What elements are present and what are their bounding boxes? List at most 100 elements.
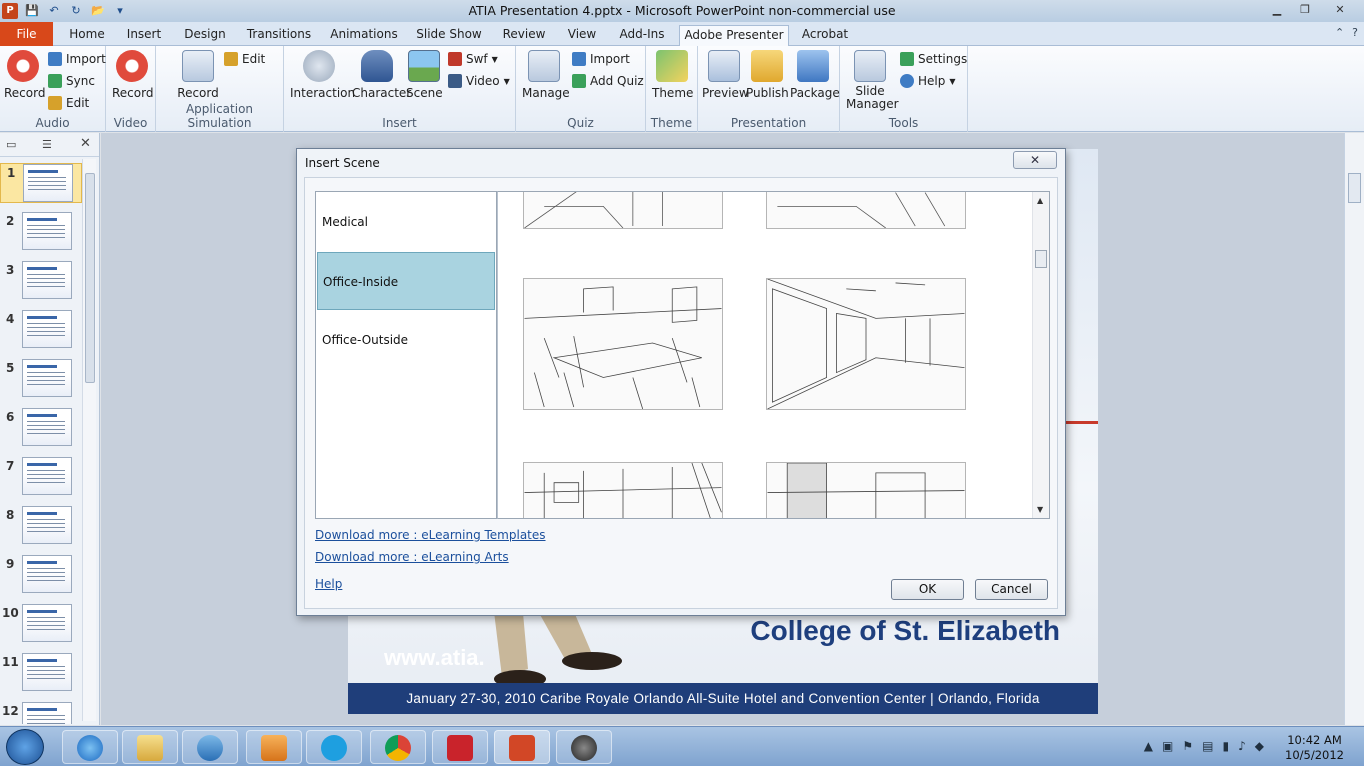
download-arts-link[interactable]: Download more : eLearning Arts bbox=[315, 550, 509, 564]
ok-button[interactable]: OK bbox=[891, 579, 964, 600]
appsim-record-button[interactable]: Record bbox=[176, 50, 220, 100]
appsim-edit-button[interactable]: Edit bbox=[224, 52, 265, 66]
slide-thumbnail-2[interactable]: 2 bbox=[0, 212, 82, 252]
device-icon[interactable]: ▤ bbox=[1202, 739, 1213, 753]
theme-button[interactable]: Theme bbox=[652, 50, 693, 100]
slides-pane-scrollbar[interactable] bbox=[82, 159, 96, 721]
close-pane-icon[interactable]: ✕ bbox=[80, 136, 91, 151]
scene-button[interactable]: Scene bbox=[406, 50, 443, 100]
audio-record-button[interactable]: Record bbox=[4, 50, 45, 100]
scene-thumbnail[interactable] bbox=[766, 278, 966, 410]
tab-animations[interactable]: Animations bbox=[328, 25, 400, 46]
slide-thumbnail-9[interactable]: 9 bbox=[0, 555, 82, 595]
scroll-up-icon[interactable]: ▲ bbox=[1037, 196, 1043, 205]
volume-icon[interactable]: ♪ bbox=[1238, 739, 1246, 753]
minimize-button[interactable]: ▁ bbox=[1264, 1, 1290, 18]
preview-button[interactable]: Preview bbox=[702, 50, 749, 100]
quiz-import-button[interactable]: Import bbox=[572, 52, 630, 66]
video-record-button[interactable]: Record bbox=[112, 50, 153, 100]
system-clock[interactable]: 10:42 AM 10/5/2012 bbox=[1285, 733, 1344, 763]
dropbox-icon[interactable]: ◆ bbox=[1255, 739, 1264, 753]
tab-transitions[interactable]: Transitions bbox=[242, 25, 316, 46]
tab-review[interactable]: Review bbox=[498, 25, 550, 46]
help-link[interactable]: Help bbox=[315, 577, 342, 591]
taskbar-acrobat[interactable] bbox=[432, 730, 488, 764]
tab-insert[interactable]: Insert bbox=[120, 25, 168, 46]
slide-thumbnail-3[interactable]: 3 bbox=[0, 261, 82, 301]
slide-thumbnail-12[interactable]: 12 bbox=[0, 702, 82, 724]
download-templates-link[interactable]: Download more : eLearning Templates bbox=[315, 528, 546, 542]
scene-thumbnail[interactable] bbox=[523, 462, 723, 519]
tab-slide-show[interactable]: Slide Show bbox=[414, 25, 484, 46]
taskbar-internet-explorer[interactable] bbox=[62, 730, 118, 764]
group-quiz: Manage Import Add Quiz Quiz bbox=[516, 46, 646, 132]
scene-thumbnail[interactable] bbox=[766, 462, 966, 519]
slide-thumbnail-4[interactable]: 4 bbox=[0, 310, 82, 350]
minimize-ribbon-icon[interactable]: ⌃ bbox=[1335, 26, 1344, 39]
scene-thumbnail[interactable] bbox=[766, 191, 966, 229]
category-medical[interactable]: Medical bbox=[317, 193, 495, 251]
package-button[interactable]: Package bbox=[790, 50, 840, 100]
add-quiz-button[interactable]: Add Quiz bbox=[572, 74, 644, 88]
window-title: ATIA Presentation 4.pptx - Microsoft Pow… bbox=[468, 3, 896, 18]
taskbar-media-player[interactable] bbox=[182, 730, 238, 764]
acrobat-tray-icon[interactable]: ▣ bbox=[1162, 739, 1173, 753]
settings-button[interactable]: Settings bbox=[900, 52, 967, 66]
category-office-inside[interactable]: Office-Inside bbox=[317, 252, 495, 310]
taskbar-camera-app[interactable] bbox=[556, 730, 612, 764]
slide-thumbnail-10[interactable]: 10 bbox=[0, 604, 82, 644]
audio-import-button[interactable]: Import bbox=[48, 52, 106, 66]
help-button[interactable]: Help ▼ bbox=[900, 74, 956, 88]
audio-edit-button[interactable]: Edit bbox=[48, 96, 89, 110]
category-office-outside[interactable]: Office-Outside bbox=[317, 311, 495, 369]
scrollbar-thumb[interactable] bbox=[1348, 173, 1361, 203]
show-hidden-icons-icon[interactable]: ▲ bbox=[1144, 739, 1153, 753]
tab-design[interactable]: Design bbox=[180, 25, 230, 46]
tab-adobe-presenter[interactable]: Adobe Presenter bbox=[679, 25, 789, 47]
gallery-scrollbar[interactable]: ▲ ▼ bbox=[1032, 192, 1049, 518]
network-icon[interactable]: ▮ bbox=[1222, 739, 1229, 753]
cancel-button[interactable]: Cancel bbox=[975, 579, 1048, 600]
swf-button[interactable]: Swf ▼ bbox=[448, 52, 498, 66]
tab-file[interactable]: File bbox=[0, 22, 53, 46]
tab-acrobat[interactable]: Acrobat bbox=[796, 25, 854, 46]
import-icon bbox=[572, 52, 586, 66]
quiz-manage-button[interactable]: Manage bbox=[522, 50, 570, 100]
start-button[interactable] bbox=[6, 729, 44, 765]
group-insert: Interaction Character Scene Swf ▼ Video ▼ … bbox=[284, 46, 516, 132]
outline-tab-icon[interactable]: ☰ bbox=[42, 138, 52, 151]
slide-manager-button[interactable]: Slide Manager bbox=[846, 50, 899, 111]
scene-thumbnail[interactable] bbox=[523, 278, 723, 410]
help-icon[interactable]: ? bbox=[1352, 26, 1358, 39]
maximize-button[interactable]: ❐ bbox=[1292, 1, 1318, 18]
scrollbar-thumb[interactable] bbox=[85, 173, 95, 383]
taskbar-explorer[interactable] bbox=[122, 730, 178, 764]
taskbar-chrome[interactable] bbox=[370, 730, 426, 764]
dialog-close-button[interactable]: ✕ bbox=[1013, 151, 1057, 169]
flag-icon[interactable]: ⚑ bbox=[1182, 739, 1193, 753]
scrollbar-thumb[interactable] bbox=[1035, 250, 1047, 268]
taskbar-skype[interactable] bbox=[306, 730, 362, 764]
scene-thumbnail[interactable] bbox=[523, 191, 723, 229]
insert-video-button[interactable]: Video ▼ bbox=[448, 74, 510, 88]
interaction-button[interactable]: Interaction bbox=[290, 50, 355, 100]
slide-thumbnail-8[interactable]: 8 bbox=[0, 506, 82, 546]
slides-tab-icon[interactable]: ▭ bbox=[6, 138, 16, 151]
audio-sync-button[interactable]: Sync bbox=[48, 74, 95, 88]
scroll-down-icon[interactable]: ▼ bbox=[1037, 505, 1043, 514]
slide-thumbnail-11[interactable]: 11 bbox=[0, 653, 82, 693]
taskbar-powerpoint[interactable] bbox=[494, 730, 550, 764]
slide-thumbnail-1[interactable]: 1 bbox=[0, 163, 82, 203]
tab-add-ins[interactable]: Add-Ins bbox=[614, 25, 670, 46]
publish-button[interactable]: Publish bbox=[746, 50, 789, 100]
slide-thumbnail-6[interactable]: 6 bbox=[0, 408, 82, 448]
tab-view[interactable]: View bbox=[562, 25, 602, 46]
character-button[interactable]: Character bbox=[352, 50, 411, 100]
taskbar-upload-app[interactable] bbox=[246, 730, 302, 764]
slide-thumbnail-7[interactable]: 7 bbox=[0, 457, 82, 497]
slide-thumbnail-5[interactable]: 5 bbox=[0, 359, 82, 399]
import-icon bbox=[48, 52, 62, 66]
tab-home[interactable]: Home bbox=[62, 25, 112, 46]
close-button[interactable]: ✕ bbox=[1320, 1, 1360, 18]
editor-scrollbar[interactable] bbox=[1344, 133, 1364, 725]
